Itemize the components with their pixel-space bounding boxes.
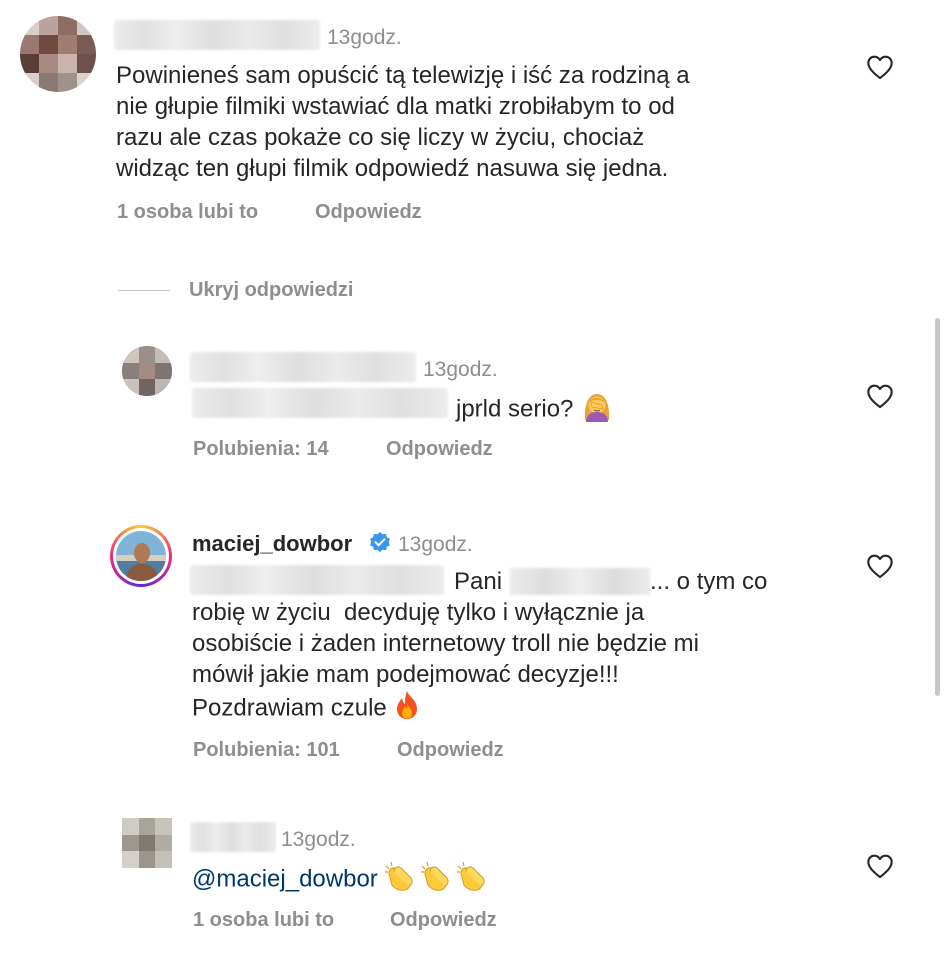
- username[interactable]: maciej_dowbor: [192, 531, 352, 557]
- scrollbar[interactable]: [935, 318, 940, 696]
- comment-time: 13godz.: [281, 828, 356, 851]
- heart-icon[interactable]: [866, 383, 894, 409]
- reply-text-line: Pozdrawiam czule: [192, 690, 699, 728]
- fire-icon: [393, 690, 421, 728]
- likes-count[interactable]: 1 osoba lubi to: [193, 909, 334, 932]
- comment-text-line: widząc ten głupi filmik odpowiedź nasuwa…: [116, 155, 669, 182]
- comment-text: Powinieneś sam opuścić tą telewizję i iś…: [116, 60, 690, 184]
- avatar[interactable]: [20, 16, 96, 92]
- mention-redacted[interactable]: [192, 388, 448, 418]
- avatar-image: [122, 346, 172, 396]
- reply-text-line: robię w życiu decyduję tylko i wyłącznie…: [192, 599, 645, 626]
- reply-text-line: Pani ... o tym co: [192, 566, 767, 597]
- likes-count[interactable]: Polubienia: 101: [193, 739, 340, 762]
- likes-count[interactable]: Polubienia: 14: [193, 438, 329, 461]
- reply-text: jprld serio?: [456, 390, 614, 430]
- avatar-image: [116, 531, 166, 581]
- avatar-image: [20, 16, 96, 92]
- reply-text-content: jprld serio?: [456, 395, 574, 423]
- username-redacted[interactable]: [190, 352, 416, 382]
- comment-text-line: razu ale czas pokaże co się liczy w życi…: [116, 124, 645, 151]
- avatar[interactable]: [122, 346, 172, 396]
- reply-button[interactable]: Odpowiedz: [390, 909, 497, 932]
- avatar-image: [122, 818, 172, 868]
- comment-time: 13godz.: [423, 358, 498, 381]
- clapping-hands-icon: [384, 860, 490, 900]
- reply-text-line: mówił jakie mam podejmować decyzje!!!: [192, 661, 619, 688]
- comment-text-line: nie głupie filmiki wstawiać dla matki zr…: [116, 93, 675, 120]
- hide-replies-label[interactable]: Ukryj odpowiedzi: [189, 279, 353, 302]
- reply-text-prefix: Pani: [454, 568, 503, 595]
- reply-button[interactable]: Odpowiedz: [315, 201, 422, 224]
- heart-icon[interactable]: [866, 553, 894, 579]
- avatar-photo: [116, 531, 166, 581]
- reply-text-line: osobiście i żaden internetowy troll nie …: [192, 630, 699, 657]
- likes-count[interactable]: 1 osoba lubi to: [117, 201, 258, 224]
- verified-badge-icon: [370, 532, 390, 552]
- heart-icon[interactable]: [866, 853, 894, 879]
- reply-button[interactable]: Odpowiedz: [386, 438, 493, 461]
- username-redacted[interactable]: [114, 20, 320, 50]
- reply-text: Pani ... o tym co robię w życiu decyduję…: [192, 566, 767, 728]
- comment-text-line: Powinieneś sam opuścić tą telewizję i iś…: [116, 62, 690, 89]
- heart-icon[interactable]: [866, 54, 894, 80]
- avatar[interactable]: [122, 818, 172, 868]
- comment-time: 13godz.: [398, 533, 473, 556]
- reply-text-suffix: ... o tym co: [650, 568, 768, 595]
- avatar-story-ring[interactable]: [110, 525, 172, 587]
- reply-button[interactable]: Odpowiedz: [397, 739, 504, 762]
- reply-text-last: Pozdrawiam czule: [192, 694, 387, 722]
- comment-time: 13godz.: [327, 26, 402, 49]
- redacted-name: [510, 568, 650, 595]
- username-redacted[interactable]: [190, 822, 276, 852]
- woman-facepalming-icon: [580, 390, 614, 430]
- reply-text: @maciej_dowbor: [192, 860, 490, 900]
- mention-link[interactable]: @maciej_dowbor: [192, 865, 378, 892]
- divider-line: [118, 290, 170, 291]
